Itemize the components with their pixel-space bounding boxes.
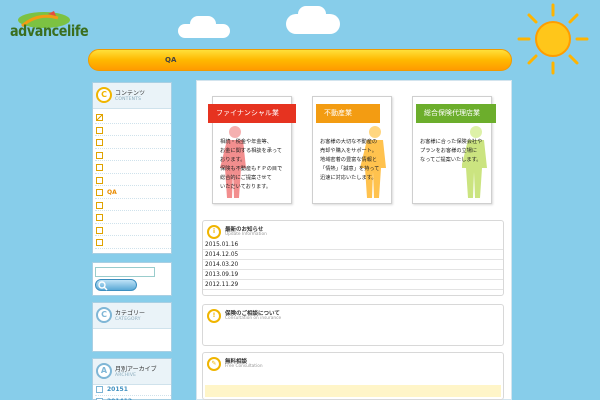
sidebar-item[interactable]: [95, 174, 171, 186]
page-title: QA: [165, 56, 177, 64]
checkbox-icon: [96, 201, 103, 209]
ribbon-finance: ファイナンシャル業: [208, 104, 296, 123]
cloud-left-puff: [190, 16, 216, 32]
free-consult-panel[interactable]: ✎ 無料相談 Free Consultation: [202, 352, 504, 400]
sidebar-archive-box: A 月別アーカイブ ARCHIVE 20151 201412: [92, 358, 172, 400]
sidebar-contents-subtitle: CONTENTS: [115, 97, 142, 102]
sidebar-item[interactable]: [95, 124, 171, 136]
checkbox-icon: [96, 386, 103, 393]
sun-icon: [517, 3, 589, 75]
archive-item[interactable]: 201412: [95, 395, 171, 400]
checkbox-icon: [96, 164, 103, 171]
card-text-finance: 相続・税金や年金等、 お金に関する相談を承って おります。 保険も不動産もＦＰの目で総…: [220, 139, 283, 190]
sidebar-item[interactable]: [95, 161, 171, 174]
consult-subtitle: Consultation on insurance: [225, 316, 282, 321]
archive-item[interactable]: 20151: [95, 383, 171, 396]
header-title-bar: [88, 49, 512, 71]
news-date[interactable]: 2012.11.29: [203, 280, 503, 290]
sidebar-item[interactable]: [95, 111, 171, 124]
ribbon-realestate: 不動産業: [316, 104, 380, 123]
checkbox-icon: [96, 239, 103, 246]
sidebar-item[interactable]: [95, 236, 171, 249]
chat-icon: ✎: [207, 357, 221, 371]
sidebar-category-subtitle: CATEGORY: [115, 317, 141, 322]
news-date[interactable]: 2014.03.20: [203, 260, 503, 270]
card-text-realestate: お客様の大切な不動産の 売却や購入をサポート。 地域密着の豊富な情報と 「情熱」「誠意…: [320, 139, 380, 181]
checkbox-icon: [96, 189, 103, 196]
checkbox-icon: [96, 114, 103, 121]
checkbox-icon: [96, 151, 103, 159]
sidebar-search-box: [92, 262, 172, 296]
news-date[interactable]: 2013.09.19: [203, 270, 503, 280]
sidebar-item[interactable]: [95, 224, 171, 236]
archive-icon: A: [96, 363, 112, 379]
sidebar-contents-box: C コンテンツ CONTENTS QA: [92, 82, 172, 254]
sidebar-category-box: C カテゴリー CATEGORY: [92, 302, 172, 352]
consult-panel[interactable]: ! 保険のご相談について Consultation on insurance: [202, 304, 504, 346]
sidebar-item[interactable]: [95, 149, 171, 161]
news-date[interactable]: 2014.12.05: [203, 250, 503, 260]
free-consult-highlight: [205, 385, 501, 397]
search-icon: [98, 281, 108, 291]
checkbox-icon: [96, 126, 103, 134]
sidebar-archive-header: A 月別アーカイブ ARCHIVE: [93, 359, 171, 385]
sidebar-contents-title: コンテンツ: [115, 90, 146, 97]
news-icon: i: [207, 225, 221, 239]
sidebar-archive-subtitle: ARCHIVE: [115, 373, 137, 378]
sidebar-item-qa[interactable]: QA: [95, 186, 171, 199]
sidebar-category-title: カテゴリー: [115, 310, 146, 317]
sidebar-archive-title: 月別アーカイブ: [115, 366, 157, 373]
info-icon: !: [207, 309, 221, 323]
logo-text[interactable]: advancelife: [10, 22, 89, 40]
cloud-center-puff: [298, 6, 326, 22]
sidebar-item[interactable]: [95, 211, 171, 224]
ribbon-insurance: 総合保険代理店業: [416, 104, 496, 123]
sidebar-category-header: C カテゴリー CATEGORY: [93, 303, 171, 329]
news-subtitle: Update Information: [225, 232, 267, 237]
checkbox-icon: [96, 139, 103, 146]
sidebar-item[interactable]: [95, 136, 171, 149]
category-icon: C: [96, 307, 112, 323]
news-date[interactable]: 2015.01.16: [203, 240, 503, 250]
search-input[interactable]: [95, 267, 155, 277]
checkbox-icon: [96, 226, 103, 234]
sidebar-item[interactable]: [95, 199, 171, 211]
contents-icon: C: [96, 87, 112, 103]
card-text-insurance: お客様に合った保険会社や プランをお客様の立場に なってご提案いたします。: [420, 139, 483, 163]
checkbox-icon: [96, 176, 103, 184]
checkbox-icon: [96, 214, 103, 221]
free-subtitle: Free Consultation: [225, 364, 263, 369]
search-button[interactable]: [95, 279, 137, 291]
sidebar-contents-header: C コンテンツ CONTENTS: [93, 83, 171, 109]
